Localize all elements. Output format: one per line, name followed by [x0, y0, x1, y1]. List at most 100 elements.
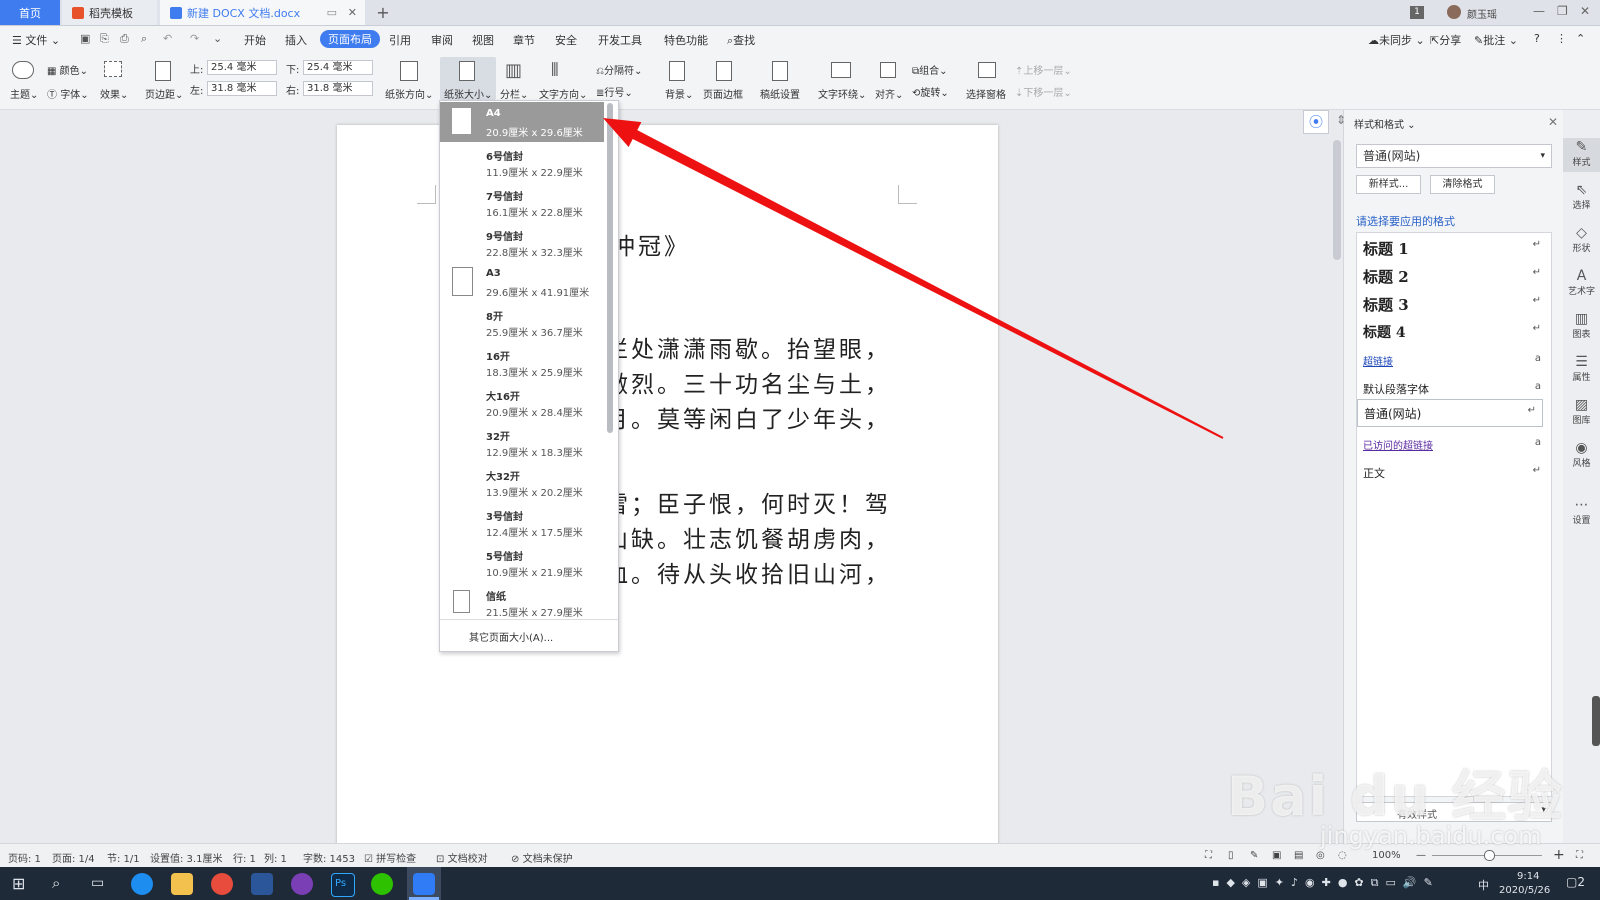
right-margin-field[interactable]: 31.8 毫米	[303, 81, 373, 96]
orientation-icon[interactable]	[400, 61, 418, 81]
paper-option-envelope-9[interactable]: 9号信封 22.8厘米 x 32.3厘米	[440, 222, 604, 262]
side-shapes-button[interactable]: ◇ 形状	[1563, 226, 1600, 254]
new-tab-button[interactable]: +	[373, 0, 393, 25]
paper-option-a3[interactable]: A3 29.6厘米 x 41.91厘米	[440, 262, 604, 302]
group-button[interactable]: ⧉组合⌄	[912, 62, 948, 77]
paper-option-32k[interactable]: 32开 12.9厘米 x 18.3厘米	[440, 422, 604, 462]
text-direction-icon[interactable]: ⫴	[551, 60, 559, 81]
write-mode-icon[interactable]: ✎	[1250, 850, 1258, 861]
style-normal-web[interactable]: 普通(网站) ↵	[1357, 399, 1543, 427]
tab-pin-icon[interactable]: ▭	[327, 6, 337, 19]
minimize-icon[interactable]: —	[1533, 4, 1545, 18]
clock-date[interactable]: 2020/5/26	[1499, 885, 1550, 896]
top-margin-field[interactable]: 25.4 毫米	[207, 60, 277, 75]
paper-option-envelope-5[interactable]: 5号信封 10.9厘米 x 21.9厘米	[440, 542, 604, 582]
spell-check-button[interactable]: ☑ 拼写检查	[364, 850, 416, 865]
vertical-scrollbar[interactable]	[1333, 140, 1341, 260]
status-page-code[interactable]: 页码: 1	[8, 850, 41, 865]
print-icon[interactable]: ⎙	[120, 32, 129, 46]
columns-button[interactable]: 分栏⌄	[500, 86, 528, 101]
menu-chapter[interactable]: 章节	[513, 32, 535, 48]
more-icon[interactable]: ⋮	[1556, 32, 1567, 45]
paper-option-a4[interactable]: A4 20.9厘米 x 29.6厘米	[440, 102, 604, 142]
style-visited-hyperlink[interactable]: 已访问的超链接 a	[1357, 429, 1551, 457]
undo-icon[interactable]: ↶	[163, 32, 172, 45]
paper-option-8k[interactable]: 8开 25.9厘米 x 36.7厘米	[440, 302, 604, 342]
styles-panel-title[interactable]: 样式和格式 ⌄	[1354, 116, 1416, 131]
rotate-button[interactable]: ⟲旋转⌄	[912, 84, 949, 99]
paper-option-letter[interactable]: 信纸 21.5厘米 x 27.9厘米	[440, 582, 604, 622]
style-default-paragraph-font[interactable]: 默认段落字体 a	[1357, 373, 1551, 401]
theme-button[interactable]: 主题⌄	[10, 86, 38, 101]
breaks-button[interactable]: ⎌分隔符⌄	[596, 62, 642, 77]
fullscreen-icon[interactable]: ⛶	[1205, 850, 1212, 861]
orientation-button[interactable]: 纸张方向⌄	[385, 86, 433, 101]
selection-pane-button[interactable]: 选择窗格	[966, 86, 1006, 101]
browser-q-icon[interactable]	[131, 873, 153, 895]
app-icon-2[interactable]	[291, 873, 313, 895]
margin-icon[interactable]	[155, 61, 171, 81]
collapse-ribbon-icon[interactable]: ⌃	[1576, 32, 1585, 45]
style-hyperlink[interactable]: 超链接 a	[1357, 345, 1551, 373]
document-protection-button[interactable]: ⊘ 文档未保护	[511, 850, 573, 865]
comment-button[interactable]: ✎批注 ⌄	[1474, 32, 1518, 48]
eye-protection-icon[interactable]: ◌	[1338, 850, 1347, 861]
zoom-level[interactable]: 100%	[1372, 850, 1401, 861]
effect-button[interactable]: 效果⌄	[100, 86, 128, 101]
taskbar-search-icon[interactable]: ⌕	[52, 874, 60, 892]
status-row[interactable]: 行: 1	[233, 850, 256, 865]
effect-icon[interactable]	[104, 61, 122, 77]
menu-security[interactable]: 安全	[555, 32, 577, 48]
help-icon[interactable]: ?	[1534, 32, 1540, 45]
align-button[interactable]: 对齐⌄	[875, 86, 903, 101]
document-page[interactable]: 冲冠》 栏处潇潇雨歇。抬望眼， 激烈。三十功名尘与土， 月。莫等闲白了少年头， …	[337, 125, 998, 845]
draft-setup-icon[interactable]	[772, 61, 788, 81]
menu-review[interactable]: 审阅	[431, 32, 453, 48]
app-icon-1[interactable]	[251, 873, 273, 895]
maximize-icon[interactable]: ❐	[1557, 4, 1568, 18]
poem-line-5[interactable]: 山缺。壮志饥餐胡虏肉，	[605, 520, 891, 554]
other-page-sizes-button[interactable]: 其它页面大小(A)...	[440, 619, 618, 650]
paper-option-envelope-6[interactable]: 6号信封 11.9厘米 x 22.9厘米	[440, 142, 604, 182]
wps-writer-icon[interactable]	[413, 873, 435, 895]
line-numbers-button[interactable]: ≣行号⌄	[596, 84, 633, 99]
zoom-in-icon[interactable]: +	[1553, 847, 1565, 863]
style-heading-4[interactable]: 标题 4 ↵	[1357, 317, 1551, 345]
proofread-button[interactable]: ⊡ 文档校对	[436, 850, 488, 865]
customize-icon[interactable]: ⌄	[213, 32, 222, 45]
tab-document[interactable]: 新建 DOCX 文档.docx ▭ ✕	[160, 0, 365, 25]
clock-time[interactable]: 9:14	[1517, 871, 1539, 882]
side-chart-button[interactable]: ▥ 图表	[1563, 312, 1600, 340]
side-settings-button[interactable]: ⋯ 设置	[1563, 498, 1600, 526]
poem-line-3[interactable]: 月。莫等闲白了少年头，	[605, 400, 891, 434]
text-wrap-button[interactable]: 文字环绕⌄	[818, 86, 866, 101]
left-margin-field[interactable]: 31.8 毫米	[207, 81, 277, 96]
tab-home[interactable]: 首页	[0, 0, 60, 25]
redo-icon[interactable]: ↷	[190, 32, 199, 45]
status-word-count[interactable]: 字数: 1453	[303, 850, 355, 865]
margin-button[interactable]: 页边距⌄	[145, 86, 183, 101]
status-setting-value[interactable]: 设置值: 3.1厘米	[150, 850, 222, 865]
read-mode-icon[interactable]: ▯	[1228, 850, 1234, 861]
system-tray-icons[interactable]: ▪◆◈▣✦♪◉✚●✿⧉▭🔊✎	[1212, 876, 1440, 890]
export-icon[interactable]: ⎘	[100, 32, 109, 46]
tab-templates[interactable]: 稻壳模板	[62, 0, 157, 25]
draft-setup-button[interactable]: 稿纸设置	[760, 86, 800, 101]
status-section[interactable]: 节: 1/1	[107, 850, 140, 865]
send-backward-button[interactable]: ⇣下移一层⌄	[1015, 84, 1072, 99]
color-button[interactable]: ▦ 颜色⌄	[47, 62, 88, 77]
menu-start[interactable]: 开始	[244, 32, 266, 48]
ime-indicator[interactable]: 中	[1478, 877, 1489, 893]
photoshop-icon[interactable]: Ps	[331, 873, 355, 897]
poem-line-2[interactable]: 激烈。三十功名尘与土，	[605, 365, 891, 399]
style-heading-1[interactable]: 标题 1 ↵	[1357, 233, 1551, 261]
chrome-icon[interactable]	[211, 873, 233, 895]
menu-page-layout[interactable]: 页面布局	[320, 30, 380, 48]
page-view-icon[interactable]: ▣	[1272, 850, 1281, 861]
search-button[interactable]: ⌕查找	[727, 32, 755, 48]
windows-start-icon[interactable]: ⊞	[12, 874, 25, 893]
paper-option-large-32k[interactable]: 大32开 13.9厘米 x 20.2厘米	[440, 462, 604, 502]
side-gallery-button[interactable]: ▨ 图库	[1563, 398, 1600, 426]
task-view-icon[interactable]: ▭	[91, 875, 104, 891]
side-wordart-button[interactable]: A 艺术字	[1563, 269, 1600, 297]
